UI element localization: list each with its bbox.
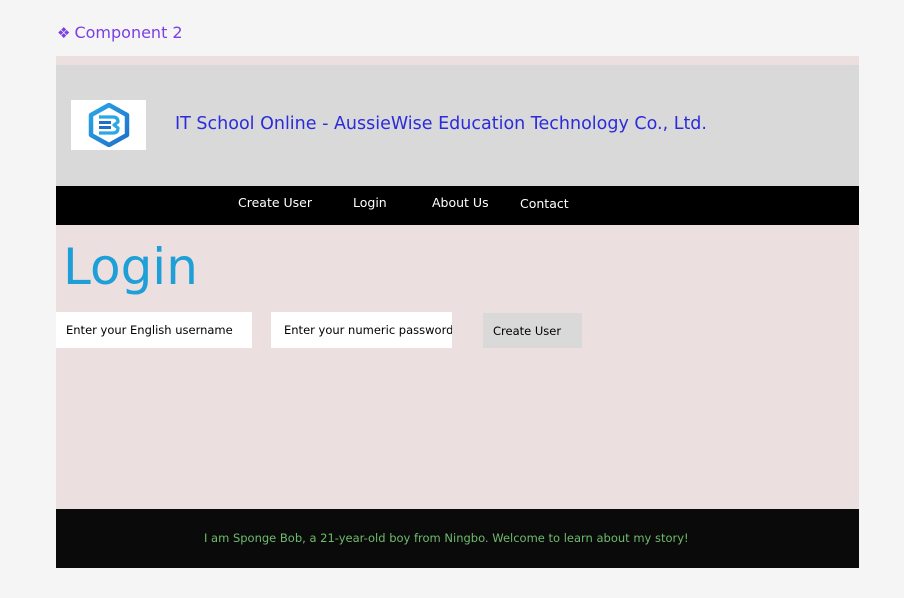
component-diamond-icon: ❖ bbox=[57, 23, 71, 42]
site-title: IT School Online - AussieWise Education … bbox=[175, 114, 707, 134]
nav-item-create-user[interactable]: Create User bbox=[238, 195, 312, 210]
site-footer: I am Sponge Bob, a 21-year-old boy from … bbox=[56, 509, 859, 568]
nav-item-contact[interactable]: Contact bbox=[520, 196, 569, 211]
main-nav: Create User Login About Us Contact bbox=[56, 186, 859, 225]
component-label: ❖ Component 2 bbox=[57, 23, 183, 42]
password-input[interactable] bbox=[271, 312, 452, 348]
create-user-button[interactable]: Create User bbox=[483, 313, 582, 348]
component-label-text: Component 2 bbox=[74, 23, 183, 42]
logo bbox=[71, 100, 146, 150]
nav-item-about-us[interactable]: About Us bbox=[432, 195, 489, 210]
page-title: Login bbox=[63, 238, 198, 296]
site-header: IT School Online - AussieWise Education … bbox=[56, 65, 859, 186]
footer-text: I am Sponge Bob, a 21-year-old boy from … bbox=[204, 531, 689, 545]
nav-item-login[interactable]: Login bbox=[353, 195, 387, 210]
page-frame: IT School Online - AussieWise Education … bbox=[56, 56, 859, 568]
aussiewise-logo-icon bbox=[88, 103, 129, 147]
username-input[interactable] bbox=[56, 312, 252, 348]
